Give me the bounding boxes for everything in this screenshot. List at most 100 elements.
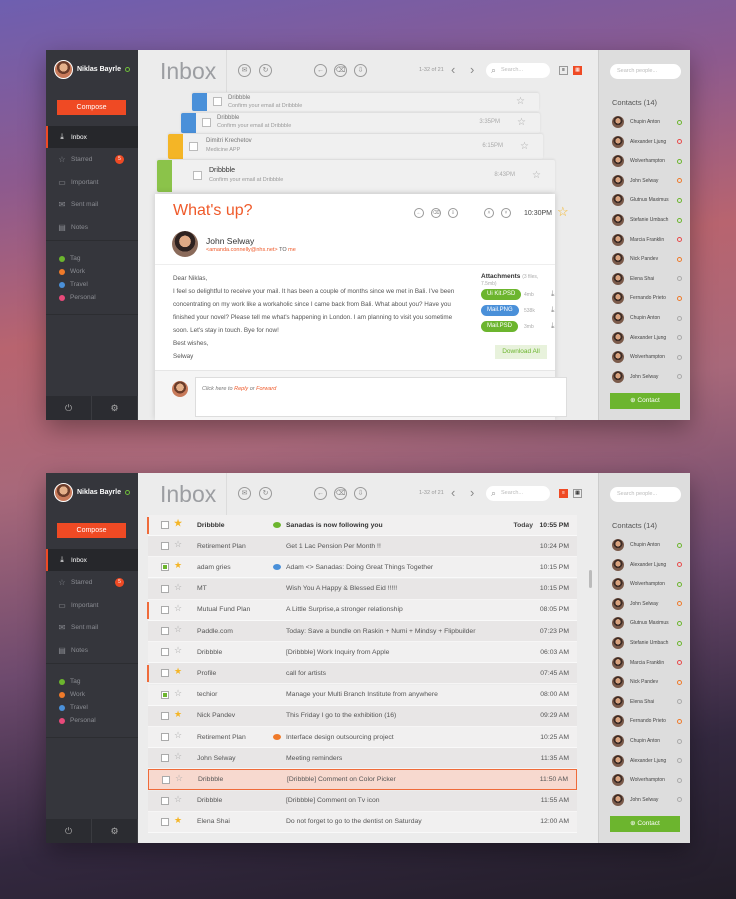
power-icon[interactable]: ⏻ (46, 819, 92, 843)
reply-input[interactable]: Click here to Reply or Forward (195, 377, 567, 417)
contact-item[interactable]: Glutnus Maximus (612, 617, 682, 630)
mail-checkbox[interactable] (161, 796, 169, 805)
contact-item[interactable]: John Selway (612, 793, 682, 806)
refresh-icon[interactable]: ↻ (259, 64, 272, 77)
star-icon[interactable]: ☆ (174, 582, 182, 593)
add-contact-button[interactable]: ⊕ Contact (610, 393, 680, 409)
stacked-mail[interactable]: Dribbble Confirm your email at Dribbble 3:… (181, 113, 540, 133)
mail-row[interactable]: ☆ Dribbble [Dribbble] Comment on Tv icon 11… (148, 790, 577, 812)
tag-travel[interactable]: Travel (59, 704, 88, 711)
star-icon[interactable]: ☆ (174, 603, 182, 614)
contact-item[interactable]: Alexander Ljung (612, 135, 682, 148)
list-view-icon[interactable]: ≡ (559, 66, 568, 75)
refresh-icon[interactable]: ↻ (259, 487, 272, 500)
reply-link[interactable]: Reply (234, 386, 248, 392)
search-input[interactable]: Search... (486, 63, 550, 78)
mail-row[interactable]: ☆ Retirement Plan Interface design outsour… (148, 727, 577, 748)
grid-view-icon[interactable]: ▦ (573, 66, 582, 75)
star-icon[interactable]: ☆ (174, 645, 182, 656)
star-icon[interactable]: ☆ (174, 688, 182, 699)
contact-item[interactable]: Elena Shai (612, 695, 682, 708)
contact-item[interactable]: Alexander Ljung (612, 331, 682, 344)
download-icon[interactable]: ⤓ (551, 289, 555, 299)
contact-item[interactable]: Wolverhampton (612, 774, 682, 787)
gear-icon[interactable]: ⚙ (92, 396, 138, 420)
user-profile[interactable]: Niklas Bayrle (54, 483, 130, 502)
add-contact-button[interactable]: ⊕ Contact (610, 816, 680, 832)
sidebar-item-notes[interactable]: ▤ Notes (46, 216, 138, 238)
list-view-icon[interactable]: ≡ (559, 489, 568, 498)
mail-checkbox[interactable] (161, 754, 169, 763)
mail-checkbox[interactable] (202, 118, 211, 127)
mail-checkbox[interactable] (161, 605, 169, 614)
chevron-right-icon[interactable]: › (470, 485, 474, 500)
star-icon[interactable]: ☆ (532, 170, 541, 181)
download-all-button[interactable]: Download All (495, 345, 547, 359)
sidebar-item-important[interactable]: ▭ Important (46, 594, 138, 616)
star-icon[interactable]: ☆ (517, 117, 526, 128)
mail-checkbox[interactable] (161, 521, 169, 529)
star-icon[interactable]: ☆ (520, 141, 529, 152)
stacked-mail[interactable]: Dimitri Krechetov Medicine APP 6:15PM ☆ (168, 134, 543, 159)
chevron-down-icon[interactable]: ˅ (501, 208, 511, 218)
people-search-input[interactable]: Search people... (610, 64, 681, 79)
mail-checkbox[interactable] (161, 690, 169, 699)
contact-item[interactable]: Chupin Anton (612, 539, 682, 551)
attachment-chip[interactable]: Mail.PSD (481, 321, 519, 332)
contact-item[interactable]: Chupin Anton (612, 312, 682, 324)
star-icon[interactable]: ☆ (174, 751, 182, 762)
tag-personal[interactable]: Personal (59, 717, 96, 724)
contact-item[interactable]: John Selway (612, 174, 682, 187)
download-icon[interactable]: ⤓ (551, 321, 555, 331)
archive-icon[interactable]: ⇩ (354, 64, 367, 77)
sidebar-item-starred[interactable]: ☆ Starred 5 (46, 149, 138, 171)
mail-row[interactable]: ☆ Retirement Plan Get 1 Lac Pension Per Mo… (148, 536, 577, 558)
archive-icon[interactable]: ⇩ (354, 487, 367, 500)
mail-icon[interactable]: ✉ (238, 487, 251, 500)
attachment-chip[interactable]: Mail.PNG (481, 305, 519, 316)
mail-row[interactable]: ★ Nick Pandev This Friday I go to the exhi… (148, 705, 577, 727)
mail-checkbox[interactable] (161, 584, 169, 593)
contact-item[interactable]: Alexander Ljung (612, 754, 682, 767)
contact-item[interactable]: Fernando Prieto (612, 292, 682, 305)
star-icon[interactable]: ★ (174, 709, 182, 720)
people-search-input[interactable]: Search people... (610, 487, 681, 502)
compose-button[interactable]: Compose (57, 100, 126, 115)
archive-icon[interactable]: ⇩ (448, 208, 458, 218)
sidebar-item-starred[interactable]: ☆ Starred 5 (46, 572, 138, 594)
chevron-up-icon[interactable]: ˄ (484, 208, 494, 218)
contact-item[interactable]: Nick Pandev (612, 253, 682, 266)
stacked-mail[interactable]: Dribbble Confirm your email at Dribbble ☆ (192, 93, 539, 111)
contact-item[interactable]: Nick Pandev (612, 676, 682, 689)
mail-row[interactable]: ☆ Dribbble [Dribbble] Work Inquiry from Ap… (148, 642, 577, 664)
mail-checkbox[interactable] (161, 542, 169, 551)
tag-personal[interactable]: Personal (59, 294, 96, 301)
mail-row[interactable]: ☆ techior Manage your Multi Branch Institu… (148, 684, 577, 706)
star-icon[interactable]: ☆ (174, 624, 182, 635)
tag-tag[interactable]: Tag (59, 255, 80, 262)
contact-item[interactable]: Glutnus Maximus (612, 194, 682, 207)
star-icon[interactable]: ★ (174, 815, 182, 826)
mail-row[interactable]: ★ Elena Shai Do not forget to go to the de… (148, 811, 577, 833)
star-icon[interactable]: ★ (174, 666, 182, 677)
mail-checkbox[interactable] (161, 733, 169, 741)
stacked-mail[interactable]: Dribbble Confirm your email at Dribbble 8:… (157, 160, 555, 192)
contact-item[interactable]: Wolverhampton (612, 578, 682, 591)
back-icon[interactable]: ← (314, 64, 327, 77)
attachment-chip[interactable]: Ui Kit.PSD (481, 289, 522, 300)
mail-checkbox[interactable] (161, 563, 169, 572)
star-icon[interactable]: ☆ (175, 773, 183, 784)
star-icon[interactable]: ☆ (557, 204, 569, 220)
user-profile[interactable]: Niklas Bayrle (54, 60, 130, 79)
tag-tag[interactable]: Tag (59, 678, 80, 685)
compose-button[interactable]: Compose (57, 523, 126, 538)
reply-icon[interactable]: ← (414, 208, 424, 218)
contact-item[interactable]: Marcia Franklin (612, 233, 682, 246)
tag-work[interactable]: Work (59, 268, 85, 275)
mail-row[interactable]: ☆ Paddle.com Today: Save a bundle on Raski… (148, 621, 577, 642)
trash-icon[interactable]: ⌫ (334, 64, 347, 77)
contact-item[interactable]: Wolverhampton (612, 155, 682, 168)
chevron-left-icon[interactable]: ‹ (451, 62, 455, 77)
sidebar-item-sent-mail[interactable]: ✉ Sent mail (46, 617, 138, 639)
back-icon[interactable]: ← (314, 487, 327, 500)
